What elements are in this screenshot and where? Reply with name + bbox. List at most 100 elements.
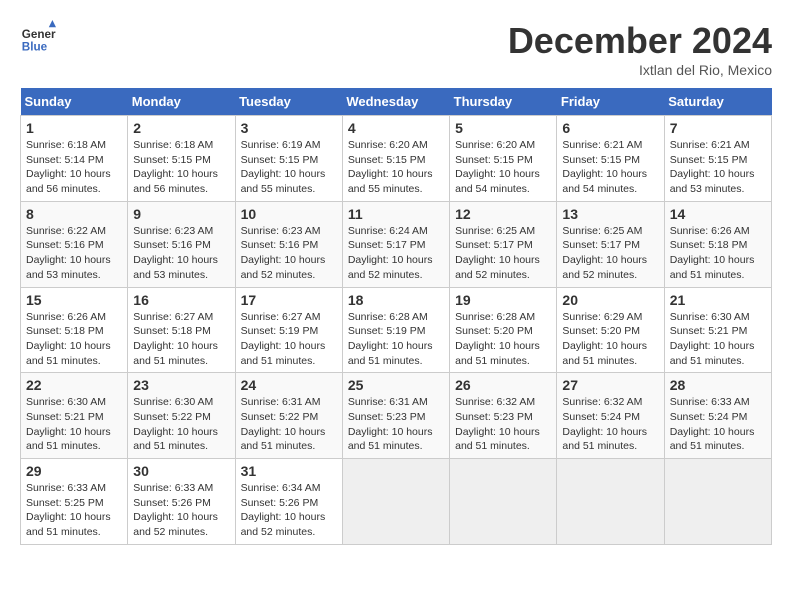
day-info: Sunrise: 6:24 AMSunset: 5:17 PMDaylight:… (348, 224, 444, 283)
weekday-header-monday: Monday (128, 88, 235, 116)
day-number: 22 (26, 377, 122, 393)
svg-text:Blue: Blue (22, 41, 48, 54)
day-number: 4 (348, 120, 444, 136)
day-info: Sunrise: 6:28 AMSunset: 5:20 PMDaylight:… (455, 310, 551, 369)
table-row: 22 Sunrise: 6:30 AMSunset: 5:21 PMDayligh… (21, 373, 128, 459)
table-row: 10 Sunrise: 6:23 AMSunset: 5:16 PMDayligh… (235, 201, 342, 287)
table-row: 14Sunrise: 6:26 AMSunset: 5:18 PMDayligh… (664, 201, 771, 287)
day-info: Sunrise: 6:26 AMSunset: 5:18 PMDaylight:… (26, 310, 122, 369)
day-number: 10 (241, 206, 337, 222)
day-info: Sunrise: 6:33 AMSunset: 5:24 PMDaylight:… (670, 395, 766, 454)
table-row: 7Sunrise: 6:21 AMSunset: 5:15 PMDaylight… (664, 116, 771, 202)
day-info: Sunrise: 6:30 AMSunset: 5:21 PMDaylight:… (26, 395, 122, 454)
table-row: 20 Sunrise: 6:29 AMSunset: 5:20 PMDayligh… (557, 287, 664, 373)
day-number: 18 (348, 292, 444, 308)
day-info: Sunrise: 6:33 AMSunset: 5:26 PMDaylight:… (133, 481, 229, 540)
table-row (557, 459, 664, 545)
table-row: 6 Sunrise: 6:21 AMSunset: 5:15 PMDaylight… (557, 116, 664, 202)
title-area: December 2024 Ixtlan del Rio, Mexico (508, 20, 772, 78)
day-info: Sunrise: 6:30 AMSunset: 5:22 PMDaylight:… (133, 395, 229, 454)
day-info: Sunrise: 6:28 AMSunset: 5:19 PMDaylight:… (348, 310, 444, 369)
table-row: 18 Sunrise: 6:28 AMSunset: 5:19 PMDayligh… (342, 287, 449, 373)
day-number: 12 (455, 206, 551, 222)
day-info: Sunrise: 6:18 AMSunset: 5:14 PMDaylight:… (26, 138, 122, 197)
table-row (664, 459, 771, 545)
day-number: 20 (562, 292, 658, 308)
table-row: 4 Sunrise: 6:20 AMSunset: 5:15 PMDaylight… (342, 116, 449, 202)
table-row: 13Sunrise: 6:25 AMSunset: 5:17 PMDayligh… (557, 201, 664, 287)
day-number: 13 (562, 206, 658, 222)
day-number: 5 (455, 120, 551, 136)
table-row: 31Sunrise: 6:34 AMSunset: 5:26 PMDayligh… (235, 459, 342, 545)
weekday-header-row: SundayMondayTuesdayWednesdayThursdayFrid… (21, 88, 772, 116)
table-row (342, 459, 449, 545)
calendar-week-4: 22 Sunrise: 6:30 AMSunset: 5:21 PMDayligh… (21, 373, 772, 459)
day-info: Sunrise: 6:23 AMSunset: 5:16 PMDaylight:… (241, 224, 337, 283)
svg-text:General: General (22, 28, 56, 41)
table-row: 8 Sunrise: 6:22 AMSunset: 5:16 PMDaylight… (21, 201, 128, 287)
day-info: Sunrise: 6:27 AMSunset: 5:19 PMDaylight:… (241, 310, 337, 369)
table-row: 21 Sunrise: 6:30 AMSunset: 5:21 PMDayligh… (664, 287, 771, 373)
table-row: 2 Sunrise: 6:18 AMSunset: 5:15 PMDaylight… (128, 116, 235, 202)
calendar-week-3: 15Sunrise: 6:26 AMSunset: 5:18 PMDayligh… (21, 287, 772, 373)
month-title: December 2024 (508, 20, 772, 62)
day-number: 30 (133, 463, 229, 479)
table-row: 26 Sunrise: 6:32 AMSunset: 5:23 PMDayligh… (450, 373, 557, 459)
table-row: 9 Sunrise: 6:23 AMSunset: 5:16 PMDaylight… (128, 201, 235, 287)
weekday-header-wednesday: Wednesday (342, 88, 449, 116)
day-number: 25 (348, 377, 444, 393)
day-number: 24 (241, 377, 337, 393)
day-info: Sunrise: 6:32 AMSunset: 5:23 PMDaylight:… (455, 395, 551, 454)
weekday-header-friday: Friday (557, 88, 664, 116)
day-number: 6 (562, 120, 658, 136)
day-info: Sunrise: 6:22 AMSunset: 5:16 PMDaylight:… (26, 224, 122, 283)
day-info: Sunrise: 6:20 AMSunset: 5:15 PMDaylight:… (348, 138, 444, 197)
day-number: 21 (670, 292, 766, 308)
day-info: Sunrise: 6:33 AMSunset: 5:25 PMDaylight:… (26, 481, 122, 540)
day-info: Sunrise: 6:29 AMSunset: 5:20 PMDaylight:… (562, 310, 658, 369)
table-row: 23 Sunrise: 6:30 AMSunset: 5:22 PMDayligh… (128, 373, 235, 459)
day-number: 2 (133, 120, 229, 136)
table-row: 24 Sunrise: 6:31 AMSunset: 5:22 PMDayligh… (235, 373, 342, 459)
table-row: 3Sunrise: 6:19 AMSunset: 5:15 PMDaylight… (235, 116, 342, 202)
table-row: 11 Sunrise: 6:24 AMSunset: 5:17 PMDayligh… (342, 201, 449, 287)
logo-icon: General Blue (20, 20, 56, 56)
day-number: 3 (241, 120, 337, 136)
calendar-table: SundayMondayTuesdayWednesdayThursdayFrid… (20, 88, 772, 545)
day-number: 26 (455, 377, 551, 393)
day-number: 7 (670, 120, 766, 136)
day-number: 16 (133, 292, 229, 308)
day-info: Sunrise: 6:23 AMSunset: 5:16 PMDaylight:… (133, 224, 229, 283)
day-info: Sunrise: 6:21 AMSunset: 5:15 PMDaylight:… (562, 138, 658, 197)
weekday-header-tuesday: Tuesday (235, 88, 342, 116)
table-row: 15Sunrise: 6:26 AMSunset: 5:18 PMDayligh… (21, 287, 128, 373)
day-number: 19 (455, 292, 551, 308)
day-number: 29 (26, 463, 122, 479)
day-number: 8 (26, 206, 122, 222)
table-row: 28 Sunrise: 6:33 AMSunset: 5:24 PMDayligh… (664, 373, 771, 459)
location: Ixtlan del Rio, Mexico (508, 62, 772, 78)
day-number: 11 (348, 206, 444, 222)
table-row: 29 Sunrise: 6:33 AMSunset: 5:25 PMDayligh… (21, 459, 128, 545)
table-row (450, 459, 557, 545)
weekday-header-sunday: Sunday (21, 88, 128, 116)
table-row: 27Sunrise: 6:32 AMSunset: 5:24 PMDayligh… (557, 373, 664, 459)
table-row: 30 Sunrise: 6:33 AMSunset: 5:26 PMDayligh… (128, 459, 235, 545)
day-info: Sunrise: 6:32 AMSunset: 5:24 PMDaylight:… (562, 395, 658, 454)
day-info: Sunrise: 6:31 AMSunset: 5:23 PMDaylight:… (348, 395, 444, 454)
day-number: 28 (670, 377, 766, 393)
day-number: 23 (133, 377, 229, 393)
day-number: 14 (670, 206, 766, 222)
page-header: General Blue December 2024 Ixtlan del Ri… (20, 20, 772, 78)
table-row: 25 Sunrise: 6:31 AMSunset: 5:23 PMDayligh… (342, 373, 449, 459)
day-info: Sunrise: 6:30 AMSunset: 5:21 PMDaylight:… (670, 310, 766, 369)
day-info: Sunrise: 6:18 AMSunset: 5:15 PMDaylight:… (133, 138, 229, 197)
day-number: 9 (133, 206, 229, 222)
day-info: Sunrise: 6:31 AMSunset: 5:22 PMDaylight:… (241, 395, 337, 454)
table-row: 17Sunrise: 6:27 AMSunset: 5:19 PMDayligh… (235, 287, 342, 373)
table-row: 19 Sunrise: 6:28 AMSunset: 5:20 PMDayligh… (450, 287, 557, 373)
day-info: Sunrise: 6:25 AMSunset: 5:17 PMDaylight:… (455, 224, 551, 283)
weekday-header-thursday: Thursday (450, 88, 557, 116)
calendar-week-2: 8 Sunrise: 6:22 AMSunset: 5:16 PMDaylight… (21, 201, 772, 287)
table-row: 1Sunrise: 6:18 AMSunset: 5:14 PMDaylight… (21, 116, 128, 202)
